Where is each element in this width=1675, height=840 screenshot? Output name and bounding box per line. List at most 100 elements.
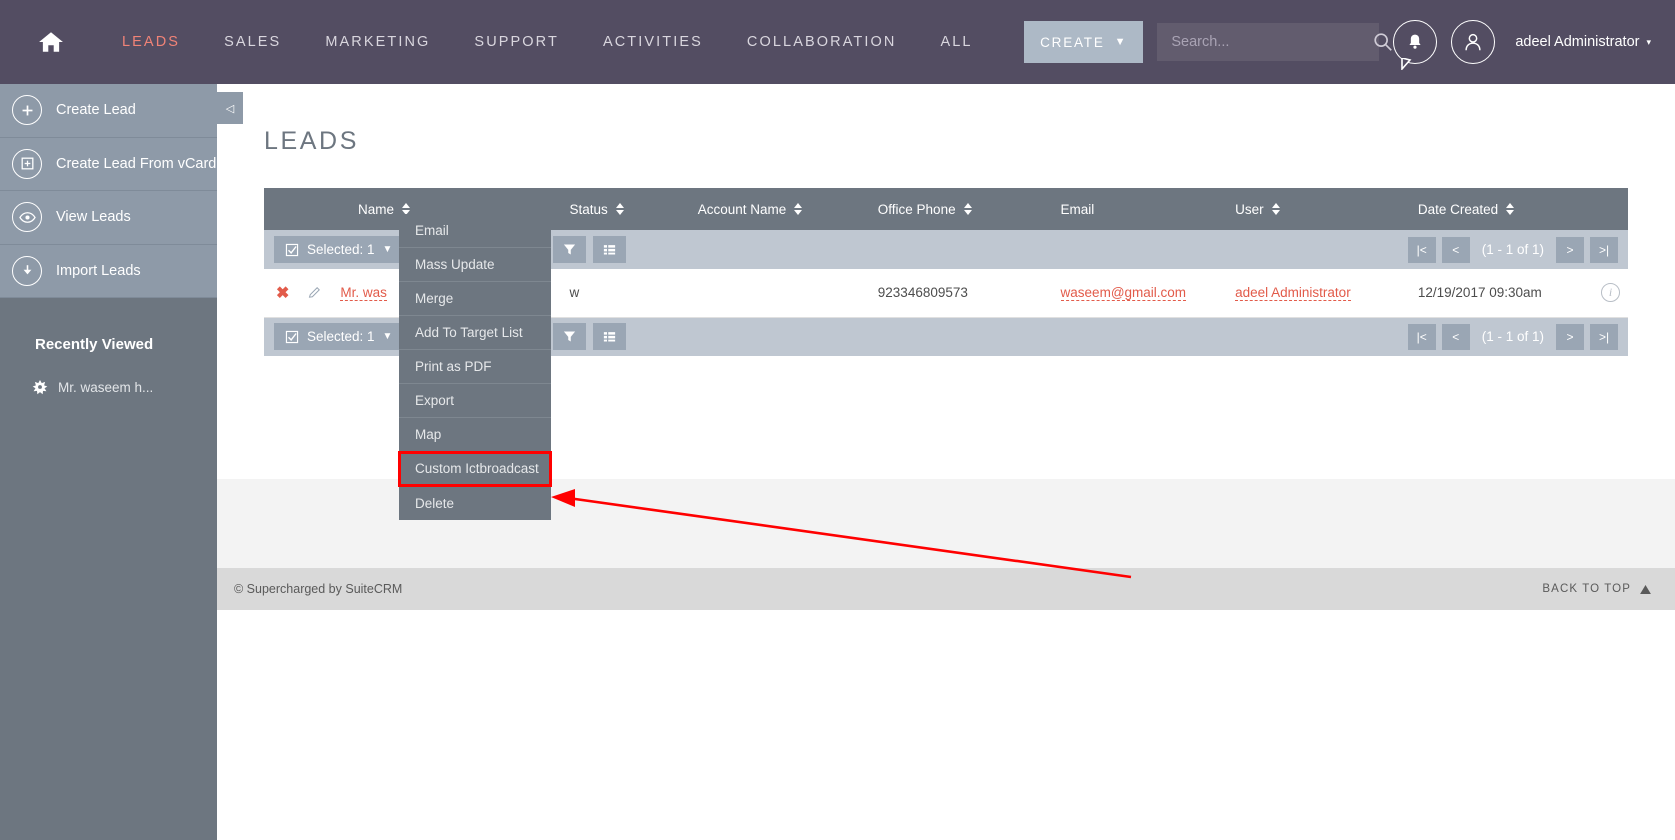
column-header-user[interactable]: User (1235, 188, 1418, 230)
pagination-range: (1 - 1 of 1) (1481, 242, 1544, 257)
selected-count-button[interactable]: Selected: 1 ▼ (274, 236, 404, 263)
nav-link-marketing[interactable]: MARKETING (303, 34, 452, 50)
column-label: Email (1060, 201, 1095, 217)
column-header-email[interactable]: Email (1060, 188, 1236, 230)
sort-icon[interactable] (615, 203, 624, 215)
nav-link-activities[interactable]: ACTIVITIES (581, 34, 725, 50)
recently-viewed-item[interactable]: Mr. waseem h... (0, 353, 217, 395)
sidebar: Create Lead Create Lead From vCard View … (0, 84, 243, 840)
chevron-down-icon: ▼ (382, 244, 393, 255)
sidebar-item-label: Import Leads (56, 262, 141, 279)
menu-item-merge[interactable]: Merge (399, 282, 551, 316)
date-created-value: 12/19/2017 09:30am (1417, 285, 1542, 301)
pagination-prev-button[interactable]: < (1441, 236, 1470, 263)
back-to-top-label: BACK TO TOP (1542, 583, 1631, 595)
sidebar-item-view-leads[interactable]: View Leads (0, 191, 217, 245)
filter-button-bottom[interactable] (552, 323, 586, 351)
notifications-button[interactable] (1393, 20, 1438, 70)
menu-item-export[interactable]: Export (399, 384, 551, 418)
user-avatar[interactable] (1451, 20, 1496, 64)
list-columns-icon (603, 245, 615, 255)
nav-link-sales[interactable]: SALES (202, 34, 303, 50)
top-navigation-bar: LEADS SALES MARKETING SUPPORT ACTIVITIES… (0, 0, 1675, 84)
checkbox-checked-icon (285, 330, 299, 343)
page-title: LEADS (264, 127, 359, 155)
pagination-range: (1 - 1 of 1) (1481, 329, 1544, 345)
sidebar-item-label: Create Lead From vCard (56, 155, 217, 172)
nav-link-collaboration[interactable]: COLLABORATION (725, 34, 919, 50)
sidebar-item-label: Create Lead (56, 102, 136, 119)
eye-circle-icon (12, 202, 42, 233)
menu-item-delete[interactable]: Delete (399, 486, 551, 520)
bell-icon (1409, 34, 1421, 49)
column-header-account-name[interactable]: Account Name (697, 188, 878, 230)
column-label: Account Name (697, 201, 787, 217)
menu-item-mass-update[interactable]: Mass Update (399, 248, 551, 282)
pagination-next-button[interactable]: > (1556, 323, 1584, 350)
search-input[interactable] (1157, 23, 1373, 61)
selected-count-label: Selected: 1 (307, 329, 375, 345)
filter-button[interactable] (552, 236, 586, 263)
info-circle-icon[interactable]: i (1601, 283, 1620, 303)
sort-icon[interactable] (1271, 203, 1280, 215)
column-chooser-button-bottom[interactable] (592, 323, 626, 351)
nav-link-leads[interactable]: LEADS (100, 34, 202, 50)
checkbox-checked-icon (285, 243, 299, 256)
search-icon[interactable] (1372, 31, 1394, 53)
pagination-last-button[interactable]: >| (1590, 236, 1618, 263)
pagination-next-button[interactable]: > (1556, 236, 1584, 263)
column-header-date-created[interactable]: Date Created (1417, 188, 1628, 230)
download-arrow-circle-icon (12, 255, 42, 286)
sidebar-item-create-lead-from-vcard[interactable]: Create Lead From vCard (0, 138, 217, 191)
menu-item-email[interactable]: Email (399, 214, 551, 248)
lead-name-link[interactable]: Mr. was (340, 285, 387, 301)
create-button-label: CREATE (1040, 34, 1105, 50)
column-header-office-phone[interactable]: Office Phone (877, 188, 1061, 230)
footer-copyright: © Supercharged by SuiteCRM (234, 582, 403, 596)
sort-icon[interactable] (794, 203, 803, 215)
username-menu[interactable]: adeel Administrator ▾ (1515, 34, 1651, 50)
cell-account-name (697, 269, 878, 318)
pagination-last-button[interactable]: >| (1590, 323, 1618, 350)
home-icon[interactable] (38, 29, 64, 55)
create-button[interactable]: CREATE ▼ (1024, 21, 1144, 63)
sidebar-item-import-leads[interactable]: Import Leads (0, 245, 217, 298)
menu-item-map[interactable]: Map (399, 418, 551, 452)
pagination-prev-button[interactable]: < (1441, 323, 1470, 350)
cell-status: w (569, 269, 698, 318)
email-link[interactable]: waseem@gmail.com (1060, 285, 1187, 302)
selected-count-button-bottom[interactable]: Selected: 1 ▼ (274, 323, 404, 351)
recently-viewed-label: Mr. waseem h... (58, 379, 154, 395)
pagination-first-button[interactable]: |< (1407, 236, 1436, 263)
plus-circle-icon (12, 95, 42, 126)
pagination-first-button[interactable]: |< (1407, 323, 1436, 350)
sort-icon[interactable] (1506, 203, 1515, 215)
red-x-icon[interactable]: ✖ (276, 283, 289, 303)
column-label: Date Created (1417, 201, 1499, 217)
nav-link-all[interactable]: ALL (918, 34, 994, 50)
triangle-up-icon (1640, 584, 1651, 594)
column-label: User (1235, 201, 1264, 217)
sort-icon[interactable] (963, 203, 972, 215)
bulk-action-dropdown-menu[interactable]: Email Mass Update Merge Add To Target Li… (398, 214, 552, 520)
nav-link-support[interactable]: SUPPORT (452, 34, 581, 50)
column-label: Status (569, 201, 608, 217)
menu-item-print-as-pdf[interactable]: Print as PDF (399, 350, 551, 384)
menu-item-custom-ictbroadcast[interactable]: Custom Ictbroadcast (398, 451, 552, 487)
sidebar-item-create-lead[interactable]: Create Lead (0, 84, 217, 138)
column-chooser-button[interactable] (592, 236, 626, 263)
user-link[interactable]: adeel Administrator (1235, 285, 1351, 302)
menu-item-add-to-target-list[interactable]: Add To Target List (399, 316, 551, 350)
page-body: Create Lead Create Lead From vCard View … (0, 84, 1675, 840)
speech-tail-icon (1401, 58, 1412, 70)
cell-user: adeel Administrator (1235, 269, 1418, 318)
main-content: LEADS Name Status Account Name Office Ph… (217, 84, 1675, 840)
list-columns-icon (603, 332, 615, 342)
cell-email: waseem@gmail.com (1060, 269, 1236, 318)
sidebar-collapse-toggle[interactable]: ◁ (217, 92, 243, 124)
global-search[interactable] (1157, 23, 1393, 61)
star-burst-icon (32, 380, 48, 395)
pencil-icon[interactable] (307, 285, 322, 300)
column-header-status[interactable]: Status (569, 188, 698, 230)
back-to-top-button[interactable]: BACK TO TOP (1542, 583, 1651, 595)
